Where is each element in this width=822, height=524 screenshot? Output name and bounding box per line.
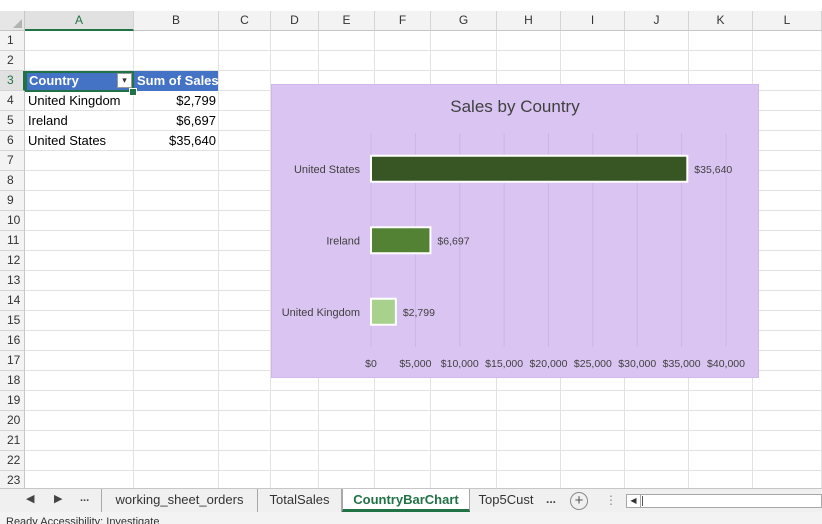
column-header-i[interactable]: I xyxy=(561,11,625,31)
row-header-4[interactable]: 4 xyxy=(0,91,25,111)
column-header-f[interactable]: F xyxy=(375,11,431,31)
chart-category-label: United Kingdom xyxy=(282,307,360,319)
row-header-18[interactable]: 18 xyxy=(0,371,25,391)
column-header-a[interactable]: A xyxy=(25,11,134,31)
row-header-3[interactable]: 3 xyxy=(0,71,25,91)
row-header-17[interactable]: 17 xyxy=(0,351,25,371)
tab-working-sheet-orders[interactable]: working_sheet_orders xyxy=(101,489,258,512)
tab-overflow-button[interactable]: ... xyxy=(546,492,556,506)
worksheet-grid[interactable]: A B C D E F G H I J K L 1 2 3 4 5 6 7 8 … xyxy=(0,0,822,488)
tab-country-bar-chart[interactable]: CountryBarChart xyxy=(342,489,470,512)
row-header-15[interactable]: 15 xyxy=(0,311,25,331)
column-header-l[interactable]: L xyxy=(753,11,822,31)
row-header-21[interactable]: 21 xyxy=(0,431,25,451)
tab-more-button[interactable]: ... xyxy=(80,492,89,504)
chart-x-tick-label: $25,000 xyxy=(574,358,612,370)
row-header-20[interactable]: 20 xyxy=(0,411,25,431)
row-header-14[interactable]: 14 xyxy=(0,291,25,311)
horizontal-scrollbar[interactable]: ◀ xyxy=(626,494,822,508)
splitter-handle-icon[interactable]: ⋮ xyxy=(605,493,617,507)
row-header-10[interactable]: 10 xyxy=(0,211,25,231)
add-sheet-icon[interactable]: + xyxy=(570,492,588,510)
row-header-13[interactable]: 13 xyxy=(0,271,25,291)
row-header-6[interactable]: 6 xyxy=(0,131,25,151)
row-header-23[interactable]: 23 xyxy=(0,471,25,488)
filter-dropdown-icon[interactable]: ▾ xyxy=(117,73,132,88)
column-header-d[interactable]: D xyxy=(271,11,319,31)
chart-data-label: $6,697 xyxy=(437,235,469,247)
chart-x-tick-label: $40,000 xyxy=(707,358,745,370)
select-all-corner[interactable] xyxy=(0,11,25,31)
chart-category-label: United States xyxy=(294,164,361,176)
gridline-row xyxy=(25,430,822,431)
pivot-country-cell[interactable]: United Kingdom xyxy=(25,91,133,111)
chart-category-label: Ireland xyxy=(326,235,360,247)
gridline-row xyxy=(25,410,822,411)
column-header-g[interactable]: G xyxy=(431,11,497,31)
gridline-row xyxy=(25,450,822,451)
chart-bar xyxy=(370,154,689,183)
status-text: Ready Accessibility: Investigate xyxy=(6,516,160,524)
chart-x-tick-label: $30,000 xyxy=(618,358,656,370)
chart-data-label: $35,640 xyxy=(694,164,732,176)
column-header-h[interactable]: H xyxy=(497,11,561,31)
pivot-sales-cell[interactable]: $6,697 xyxy=(134,111,219,131)
chart-data-label: $2,799 xyxy=(403,307,435,319)
gridline-row xyxy=(25,50,822,51)
chart-bar xyxy=(370,226,432,255)
row-header-8[interactable]: 8 xyxy=(0,171,25,191)
row-header-19[interactable]: 19 xyxy=(0,391,25,411)
column-header-k[interactable]: K xyxy=(689,11,753,31)
tab-top5-customers[interactable]: Top5Cust xyxy=(470,489,542,512)
column-header-b[interactable]: B xyxy=(134,11,219,31)
row-header-12[interactable]: 12 xyxy=(0,251,25,271)
row-header-22[interactable]: 22 xyxy=(0,451,25,471)
pivot-sales-cell[interactable]: $35,640 xyxy=(134,131,219,151)
chart-bar xyxy=(370,297,397,326)
pivot-sales-cell[interactable]: $2,799 xyxy=(134,91,219,111)
row-header-2[interactable]: 2 xyxy=(0,51,25,71)
chart-x-tick-label: $5,000 xyxy=(399,358,431,370)
row-header-7[interactable]: 7 xyxy=(0,151,25,171)
row-header-11[interactable]: 11 xyxy=(0,231,25,251)
column-header-j[interactable]: J xyxy=(625,11,689,31)
gridline-row xyxy=(25,470,822,471)
tab-total-sales[interactable]: TotalSales xyxy=(258,489,342,512)
chart-x-tick-label: $10,000 xyxy=(441,358,479,370)
chart-x-tick-label: $15,000 xyxy=(485,358,523,370)
chart-x-tick-label: $20,000 xyxy=(530,358,568,370)
column-header-e[interactable]: E xyxy=(319,11,375,31)
scroll-left-icon[interactable]: ◀ xyxy=(627,495,641,507)
chart-x-tick-label: $0 xyxy=(365,358,377,370)
chart-plot-area: $0 $5,000 $10,000 $15,000 $20,000 $25,000 $30,… xyxy=(282,133,745,370)
bar-chart[interactable]: Sales by Country $0 $5,000 $10,000 $15,000 $… xyxy=(271,84,759,378)
gridline-row xyxy=(25,390,822,391)
pivot-country-cell[interactable]: Ireland xyxy=(25,111,133,131)
row-header-5[interactable]: 5 xyxy=(0,111,25,131)
pivot-country-cell[interactable]: United States xyxy=(25,131,133,151)
row-header-9[interactable]: 9 xyxy=(0,191,25,211)
status-bar: Ready Accessibility: Investigate xyxy=(0,512,822,524)
chart-x-tick-label: $35,000 xyxy=(663,358,701,370)
tab-next-icon[interactable]: ▶ xyxy=(54,492,62,505)
select-all-triangle-icon xyxy=(13,19,22,28)
sheet-tab-bar: ◀ ▶ ... working_sheet_orders TotalSales … xyxy=(0,488,822,512)
tab-prev-icon[interactable]: ◀ xyxy=(26,492,34,505)
scroll-thumb[interactable] xyxy=(642,496,646,506)
pivot-header-sales[interactable]: Sum of Sales xyxy=(134,71,219,91)
row-header-1[interactable]: 1 xyxy=(0,31,25,51)
row-header-16[interactable]: 16 xyxy=(0,331,25,351)
column-header-c[interactable]: C xyxy=(219,11,271,31)
